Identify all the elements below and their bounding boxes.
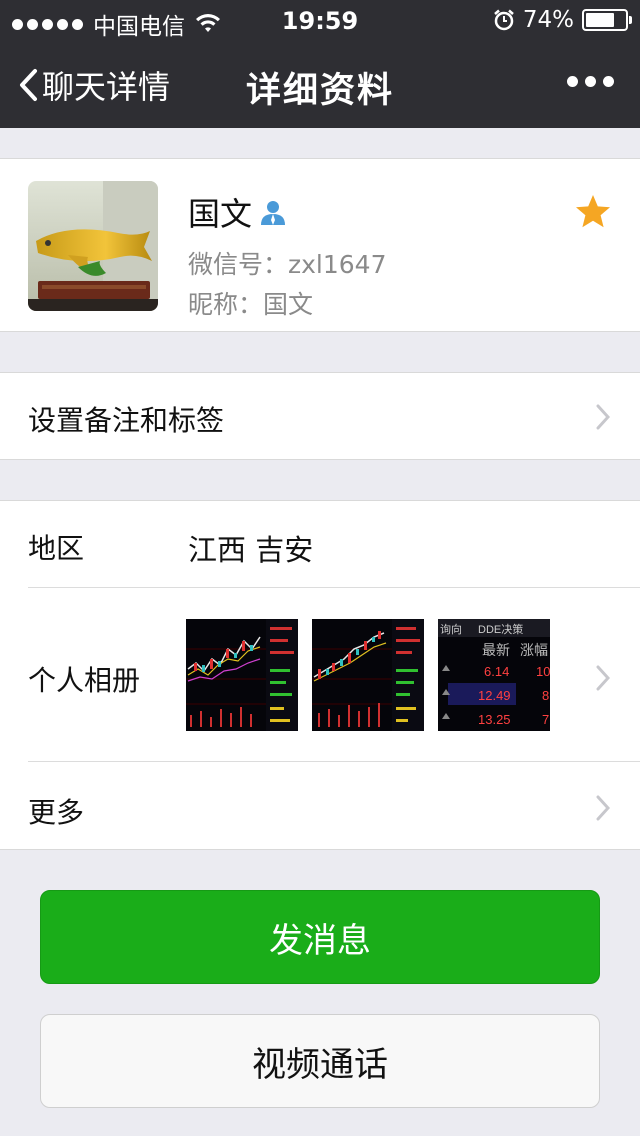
quote-tab-2: DDE决策 bbox=[478, 622, 523, 636]
wechat-id: 微信号：zxl1647 bbox=[188, 250, 387, 279]
alarm-icon bbox=[494, 9, 514, 31]
chevron-right-icon bbox=[596, 665, 610, 691]
quote-price-3: 13.25 bbox=[478, 712, 511, 727]
profile-card[interactable]: 国文 微信号：zxl1647 昵称：国文 bbox=[0, 158, 640, 332]
more-dots-icon[interactable] bbox=[567, 76, 614, 87]
video-call-button[interactable]: 视频通话 bbox=[40, 1014, 600, 1108]
contact-name: 国文 bbox=[188, 195, 253, 233]
quote-change-3: 7 bbox=[542, 712, 549, 727]
contact-detail-screen: 中国电信 19:59 74% 聊天详情 详细资料 国文 微信号：zxl1647 … bbox=[0, 0, 640, 1136]
top-bar: 中国电信 19:59 74% 聊天详情 详细资料 bbox=[0, 0, 640, 128]
status-bar: 中国电信 19:59 74% bbox=[0, 0, 640, 40]
divider bbox=[28, 587, 640, 588]
quote-col-latest: 最新 bbox=[482, 642, 510, 658]
person-icon bbox=[261, 201, 286, 225]
album-label: 个人相册 bbox=[28, 664, 141, 697]
region-label: 地区 bbox=[28, 532, 85, 565]
star-icon[interactable] bbox=[574, 193, 612, 231]
album-thumb[interactable] bbox=[312, 619, 424, 731]
remark-tags-row[interactable]: 设置备注和标签 bbox=[0, 372, 640, 460]
remark-tags-label: 设置备注和标签 bbox=[28, 404, 225, 437]
avatar[interactable] bbox=[28, 181, 158, 311]
quote-price-1: 6.14 bbox=[484, 664, 509, 679]
nav-bar: 聊天详情 详细资料 bbox=[0, 40, 640, 128]
details-group: 地区 江西 吉安 个人相册 询向 DDE决策 最新 涨幅 6.14 10 12.… bbox=[0, 500, 640, 850]
avatar-arowana-image bbox=[28, 181, 158, 311]
stock-chart-image bbox=[186, 619, 298, 731]
quote-tab-1: 询向 bbox=[440, 622, 462, 636]
page-title: 详细资料 bbox=[245, 71, 394, 111]
quote-col-change: 涨幅 bbox=[520, 642, 548, 658]
stock-quote-image: 询向 DDE决策 最新 涨幅 6.14 10 12.49 8 13.25 7 bbox=[438, 619, 550, 731]
chevron-right-icon bbox=[596, 404, 610, 430]
more-label: 更多 bbox=[28, 796, 85, 829]
divider bbox=[28, 761, 640, 762]
quote-change-1: 10 bbox=[536, 664, 550, 679]
chevron-right-icon bbox=[596, 795, 610, 821]
status-right: 74% bbox=[493, 7, 632, 33]
name-row: 国文 bbox=[188, 189, 288, 235]
nickname: 昵称：国文 bbox=[188, 290, 314, 319]
quote-price-2: 12.49 bbox=[478, 688, 511, 703]
send-message-button[interactable]: 发消息 bbox=[40, 890, 600, 984]
battery-icon bbox=[582, 9, 632, 31]
battery-percent: 74% bbox=[522, 7, 574, 33]
region-value: 江西 吉安 bbox=[188, 533, 314, 567]
stock-chart-image bbox=[312, 619, 424, 731]
battery-fill bbox=[586, 13, 615, 27]
album-thumb[interactable] bbox=[186, 619, 298, 731]
album-thumb[interactable]: 询向 DDE决策 最新 涨幅 6.14 10 12.49 8 13.25 7 bbox=[438, 619, 550, 731]
quote-change-2: 8 bbox=[542, 688, 549, 703]
